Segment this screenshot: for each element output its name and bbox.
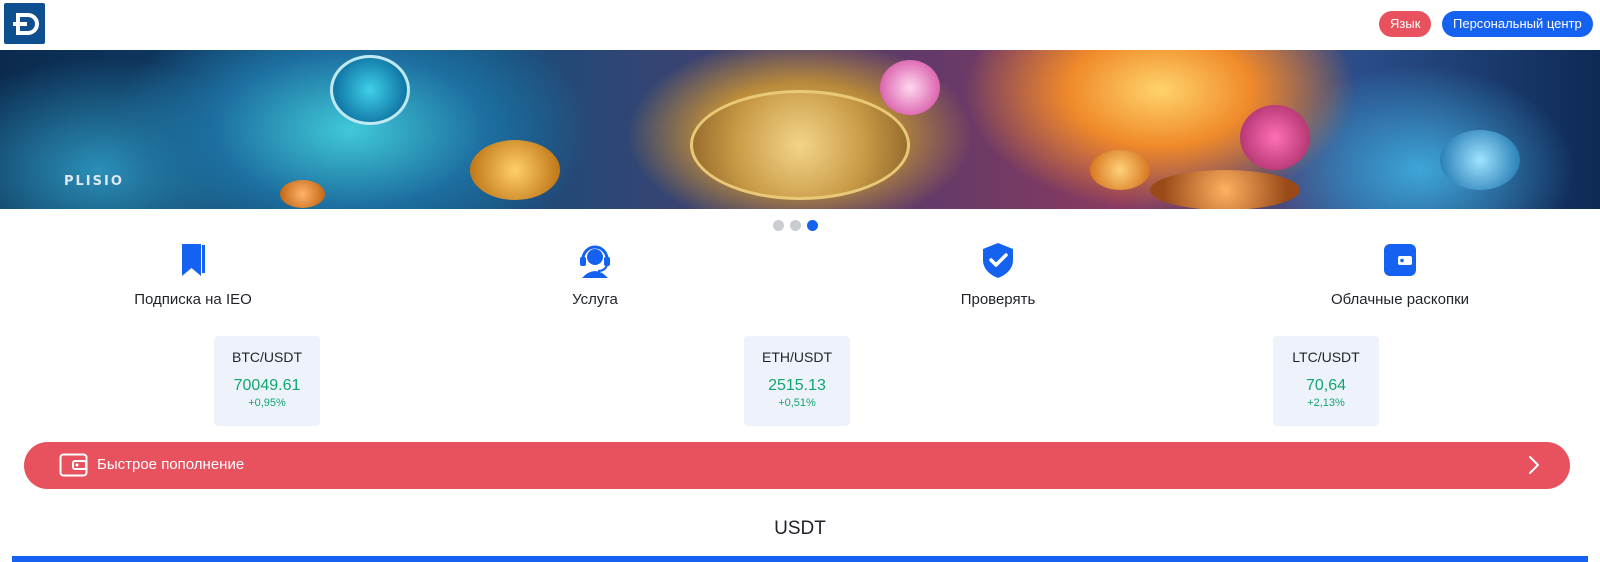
ticker-pair: LTC/USDT — [1292, 349, 1360, 365]
language-button[interactable]: Язык — [1379, 11, 1432, 37]
bitcoin-coin-image — [690, 90, 910, 200]
promo-banner[interactable]: PLISIO — [0, 50, 1600, 209]
ticker-change: +0,95% — [248, 397, 286, 409]
feature-cloud-mining[interactable]: Облачные раскопки — [1290, 240, 1510, 308]
coin-stack-image — [1150, 170, 1300, 209]
carousel-dot[interactable] — [773, 220, 784, 231]
header: Язык Персональный центр — [0, 0, 1600, 50]
feature-label: Услуга — [572, 291, 618, 308]
ethereum-icon-image — [470, 140, 560, 200]
ticker-card[interactable]: BTC/USDT 70049.61 +0,95% — [214, 336, 320, 426]
ethereum-icon-image — [1090, 150, 1150, 190]
chevron-right-icon — [1529, 456, 1539, 474]
bitcoin-coin-image — [330, 55, 410, 125]
bookmark-icon — [182, 244, 205, 276]
exchange-logo-icon[interactable] — [4, 3, 45, 44]
ticker-change: +0,51% — [778, 397, 816, 409]
ticker-price: 70049.61 — [233, 377, 301, 394]
ticker-pair: ETH/USDT — [762, 349, 832, 365]
carousel-dot-active[interactable] — [807, 220, 818, 231]
coin-image — [1440, 130, 1520, 190]
feature-ieo-subscription[interactable]: Подписка на IEO — [83, 240, 303, 308]
ticker-pair: BTC/USDT — [232, 349, 302, 365]
feature-service[interactable]: Услуга — [485, 240, 705, 308]
wallet-icon — [1384, 244, 1416, 276]
ticker-card[interactable]: LTC/USDT 70,64 +2,13% — [1273, 336, 1379, 426]
personal-center-button[interactable]: Персональный центр — [1442, 11, 1593, 37]
carousel-dot[interactable] — [790, 220, 801, 231]
feature-label: Облачные раскопки — [1330, 291, 1470, 308]
coin-image — [1240, 105, 1310, 170]
feature-label: Проверять — [960, 291, 1036, 308]
wallet-icon — [59, 453, 88, 477]
banner-watermark: PLISIO — [64, 174, 124, 189]
shield-check-icon — [983, 243, 1013, 278]
coin-image — [280, 180, 325, 208]
coin-image — [880, 60, 940, 115]
headset-support-icon — [580, 245, 610, 278]
feature-verify[interactable]: Проверять — [888, 240, 1108, 308]
carousel-indicator — [773, 220, 818, 231]
section-tab-bar — [12, 556, 1588, 562]
ticker-change: +2,13% — [1307, 397, 1345, 409]
quick-deposit-label: Быстрое пополнение — [97, 456, 245, 473]
section-title: USDT — [774, 518, 826, 539]
ticker-card[interactable]: ETH/USDT 2515.13 +0,51% — [744, 336, 850, 426]
ticker-price: 2515.13 — [768, 377, 826, 394]
ticker-price: 70,64 — [1305, 377, 1347, 394]
feature-label: Подписка на IEO — [134, 291, 252, 308]
quick-deposit-button[interactable]: Быстрое пополнение — [24, 442, 1570, 489]
